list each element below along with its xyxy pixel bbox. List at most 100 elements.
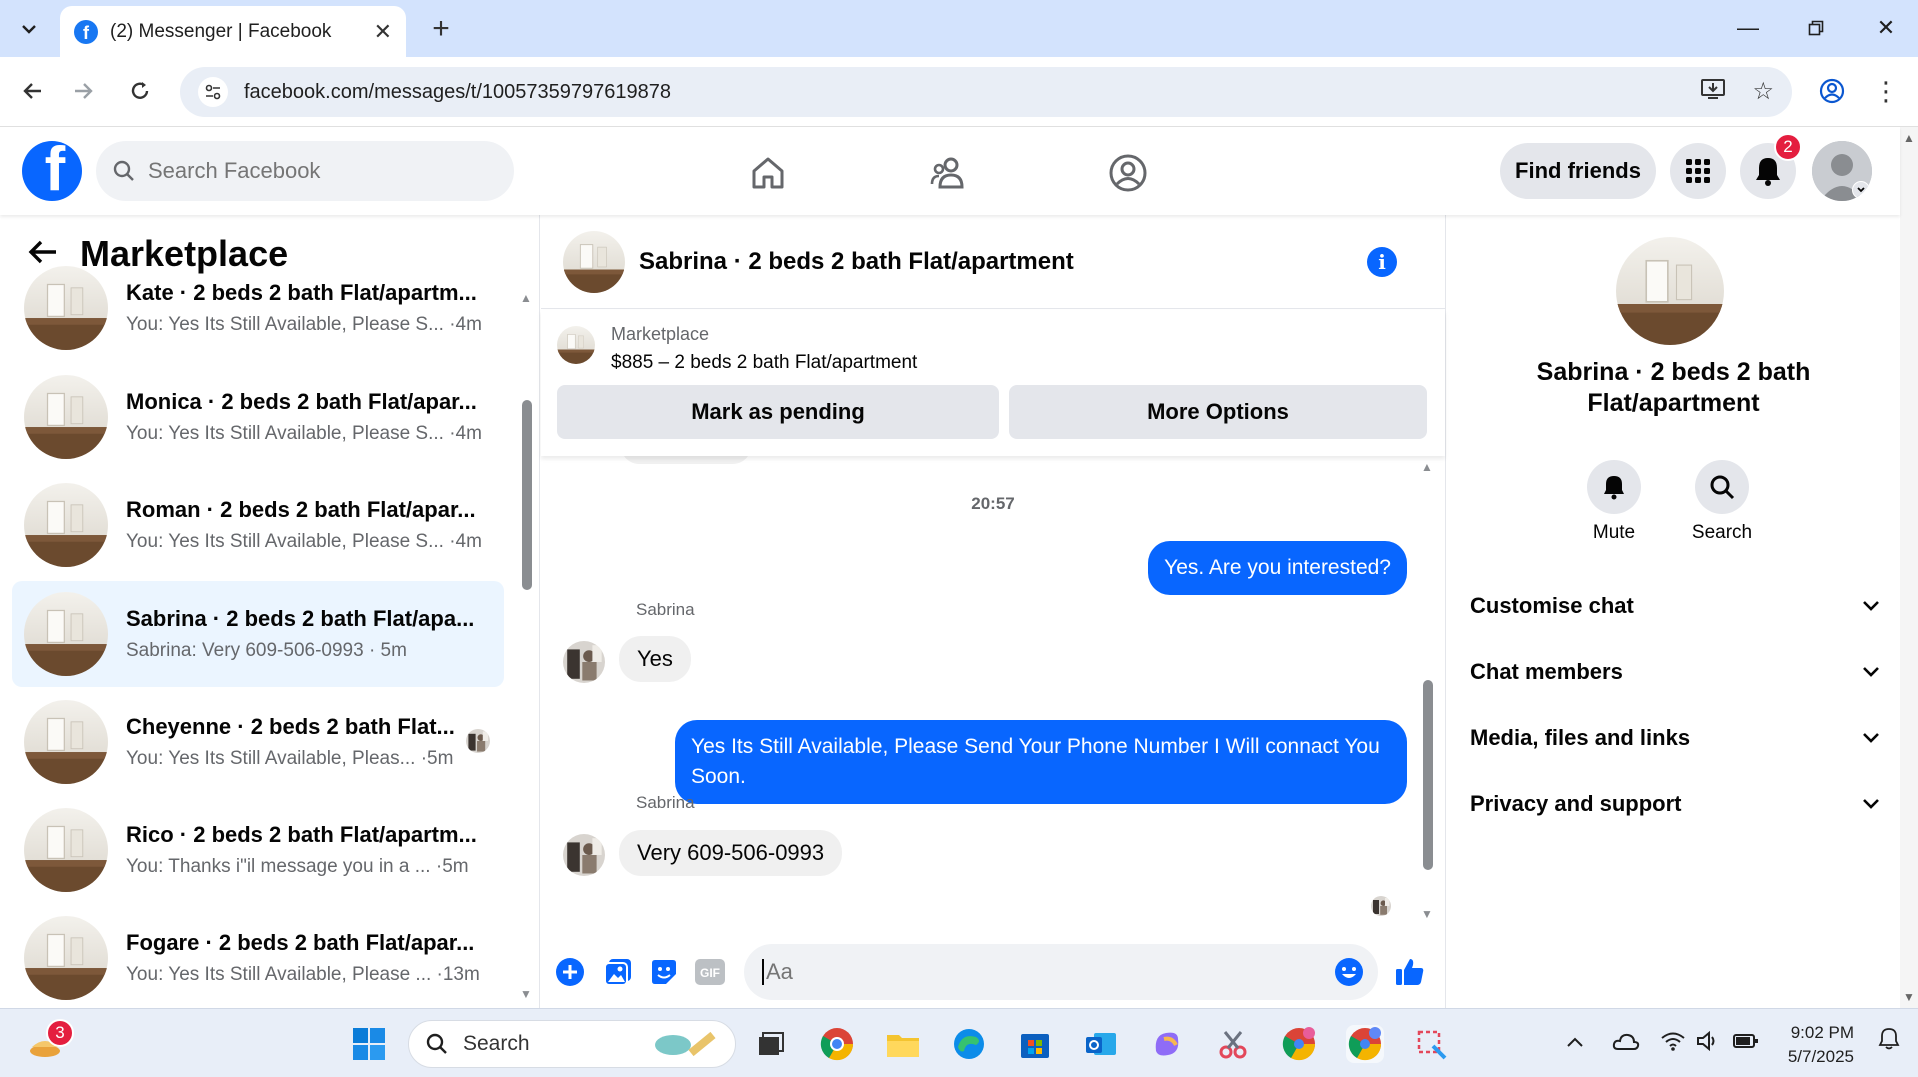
url-text: facebook.com/messages/t/1005735979761987… — [244, 80, 671, 103]
account-chevron-icon[interactable] — [1852, 181, 1870, 199]
volume-icon[interactable] — [1696, 1030, 1720, 1057]
forward-icon[interactable] — [64, 71, 104, 111]
message-input-wrapper[interactable] — [744, 944, 1378, 1000]
file-explorer-icon[interactable] — [884, 1025, 922, 1063]
outgoing-message[interactable]: Yes Its Still Available, Please Send You… — [675, 720, 1407, 804]
site-info-icon[interactable] — [198, 77, 228, 107]
scroll-down-arrow-icon[interactable]: ▼ — [1903, 990, 1915, 1004]
customise-chat-section[interactable]: Customise chat — [1470, 586, 1880, 626]
info-icon[interactable]: i — [1367, 247, 1397, 277]
close-window-icon[interactable]: ✕ — [1866, 10, 1906, 46]
scroll-up-arrow-icon[interactable]: ▲ — [1903, 131, 1915, 145]
chat-members-section[interactable]: Chat members — [1470, 652, 1880, 692]
outlook-icon[interactable] — [1082, 1025, 1120, 1063]
scroll-up-arrow-icon[interactable]: ▲ — [520, 291, 532, 305]
wifi-icon[interactable] — [1660, 1031, 1686, 1057]
sender-avatar[interactable] — [563, 834, 605, 876]
chrome-profile-icon[interactable] — [818, 1025, 856, 1063]
outgoing-message[interactable]: Yes. Are you interested? — [1148, 541, 1407, 595]
gif-icon[interactable]: GIF — [693, 955, 727, 989]
partial-message-bubble — [621, 456, 751, 464]
bell-icon[interactable] — [1587, 460, 1641, 514]
install-app-icon[interactable] — [1700, 77, 1726, 108]
account-avatar[interactable] — [1812, 141, 1872, 201]
like-thumbs-up-icon[interactable] — [1393, 955, 1427, 989]
onedrive-cloud-icon[interactable] — [1612, 1031, 1640, 1057]
conversation-item-cheyenne[interactable]: Cheyenne · 2 beds 2 bath Flat... You: Yes… — [12, 689, 504, 795]
conversation-item-monica[interactable]: Monica · 2 beds 2 bath Flat/apar... You: … — [12, 364, 504, 470]
message-input[interactable] — [762, 959, 1302, 985]
browser-menu-icon[interactable]: ⋮ — [1866, 71, 1906, 111]
conversation-item-kate[interactable]: Kate · 2 beds 2 bath Flat/apartm... You: … — [12, 255, 504, 361]
media-files-links-section[interactable]: Media, files and links — [1470, 718, 1880, 758]
notification-center-icon[interactable] — [1878, 1027, 1900, 1057]
widgets-icon[interactable]: 3 — [26, 1019, 74, 1063]
paint-app-icon[interactable] — [1412, 1025, 1450, 1063]
back-icon[interactable] — [12, 71, 52, 111]
tab-search-chevron-icon[interactable] — [12, 12, 46, 46]
browser-tab-messenger[interactable]: f (2) Messenger | Facebook ✕ — [60, 6, 406, 57]
facebook-logo-icon[interactable]: f — [22, 141, 82, 201]
photo-icon[interactable] — [601, 955, 635, 989]
mark-as-pending-button[interactable]: Mark as pending — [557, 385, 999, 439]
chat-title[interactable]: Sabrina · 2 beds 2 bath Flat/apartment — [639, 248, 1074, 276]
conversation-item-fogare[interactable]: Fogare · 2 beds 2 bath Flat/apar... You: … — [12, 905, 504, 1008]
profile-icon[interactable] — [1812, 71, 1852, 111]
battery-icon[interactable] — [1732, 1031, 1760, 1057]
address-bar[interactable]: facebook.com/messages/t/1005735979761987… — [180, 67, 1792, 117]
system-clock[interactable]: 9:02 PM 5/7/2025 — [1760, 1021, 1854, 1069]
add-attachment-plus-icon[interactable] — [553, 955, 587, 989]
snipping-tool-icon[interactable] — [1214, 1025, 1252, 1063]
tab-close-icon[interactable]: ✕ — [374, 19, 392, 45]
facebook-search[interactable] — [96, 141, 514, 201]
message-thread: 20:57 Yes. Are you interested? Sabrina Y… — [541, 456, 1445, 926]
windows-start-icon[interactable] — [350, 1025, 388, 1063]
reload-icon[interactable] — [120, 71, 160, 111]
menu-grid-icon[interactable] — [1670, 143, 1726, 199]
search-action[interactable]: Search — [1682, 460, 1762, 544]
emoji-icon[interactable] — [1334, 957, 1364, 992]
show-hidden-icons-chevron-icon[interactable] — [1566, 1031, 1584, 1054]
home-nav-icon[interactable] — [736, 145, 800, 201]
more-options-button[interactable]: More Options — [1009, 385, 1427, 439]
notifications-bell-icon[interactable]: 2 — [1740, 133, 1802, 199]
conversation-item-rico[interactable]: Rico · 2 beds 2 bath Flat/apartm... You: … — [12, 797, 504, 903]
restore-window-icon[interactable] — [1796, 10, 1836, 46]
listing-thumbnail — [24, 916, 108, 1000]
conversation-item-roman[interactable]: Roman · 2 beds 2 bath Flat/apar... You: Y… — [12, 472, 504, 578]
microsoft-store-icon[interactable] — [1016, 1025, 1054, 1063]
friends-nav-icon[interactable] — [916, 145, 980, 201]
mute-action[interactable]: Mute — [1574, 460, 1654, 544]
scroll-up-arrow-icon[interactable]: ▲ — [1421, 460, 1433, 474]
listing-thumbnail — [24, 483, 108, 567]
chat-avatar[interactable] — [563, 231, 625, 293]
edge-browser-icon[interactable] — [950, 1025, 988, 1063]
search-icon[interactable] — [1695, 460, 1749, 514]
page-scrollbar[interactable]: ▲ ▼ — [1900, 127, 1918, 1008]
scroll-down-arrow-icon[interactable]: ▼ — [1421, 907, 1433, 921]
sticker-icon[interactable] — [647, 955, 681, 989]
bookmark-star-icon[interactable]: ☆ — [1752, 77, 1774, 108]
sender-avatar[interactable] — [563, 641, 605, 683]
facebook-search-input[interactable] — [148, 158, 468, 184]
incoming-message[interactable]: Yes — [619, 636, 691, 682]
message-thread-scrollbar[interactable] — [1423, 680, 1433, 870]
incoming-message[interactable]: Very 609-506-0993 — [619, 830, 843, 876]
scroll-down-arrow-icon[interactable]: ▼ — [520, 987, 532, 1001]
conversation-list-pane: Marketplace Kate · 2 beds 2 bath Flat/ap… — [0, 215, 540, 1008]
task-view-icon[interactable] — [752, 1025, 790, 1063]
conversation-list-scrollbar[interactable] — [522, 400, 532, 590]
copilot-icon[interactable] — [1148, 1025, 1186, 1063]
chat-info-avatar[interactable] — [1616, 237, 1724, 345]
chrome-active-icon[interactable] — [1346, 1025, 1384, 1063]
find-friends-button[interactable]: Find friends — [1500, 143, 1656, 199]
listing-title[interactable]: $885 – 2 beds 2 bath Flat/apartment — [611, 352, 917, 374]
minimize-window-icon[interactable]: — — [1728, 10, 1768, 46]
facebook-favicon-icon: f — [74, 19, 98, 44]
profile-nav-icon[interactable] — [1096, 145, 1160, 201]
chrome-profile-2-icon[interactable] — [1280, 1025, 1318, 1063]
new-tab-plus-icon[interactable]: + — [424, 12, 458, 46]
privacy-support-section[interactable]: Privacy and support — [1470, 784, 1880, 824]
conversation-item-sabrina[interactable]: Sabrina · 2 beds 2 bath Flat/apa... Sabri… — [12, 581, 504, 687]
taskbar-search[interactable]: Search — [408, 1020, 736, 1068]
